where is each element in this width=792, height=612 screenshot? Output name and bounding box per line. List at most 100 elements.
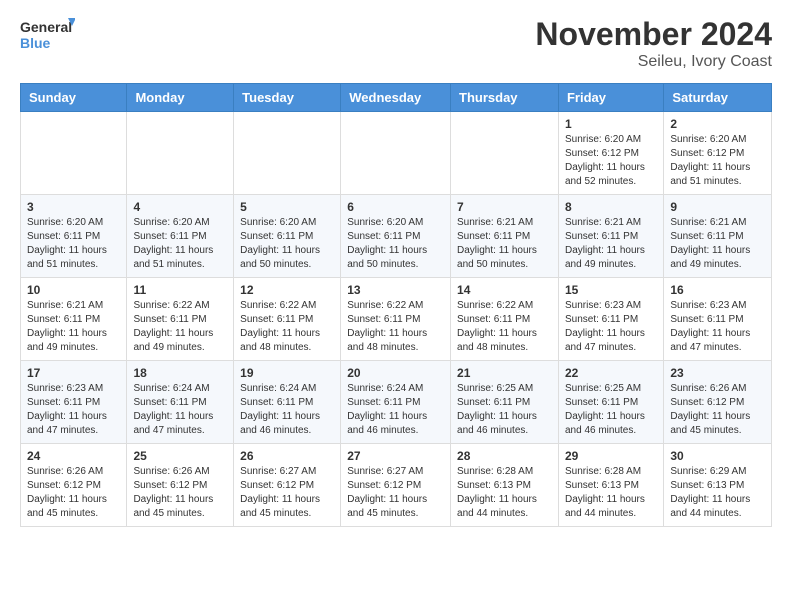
calendar-cell: 18Sunrise: 6:24 AM Sunset: 6:11 PM Dayli… bbox=[127, 361, 234, 444]
day-number: 15 bbox=[565, 283, 657, 297]
svg-text:General: General bbox=[20, 19, 72, 35]
logo: General Blue bbox=[20, 16, 75, 54]
calendar-cell: 21 Sunrise: 6:25 AM Sunset: 6:11 PM Dayli… bbox=[451, 361, 559, 444]
day-info: Sunrise: 6:26 AM Sunset: 6:12 PM Dayligh… bbox=[27, 465, 120, 521]
day-number: 16 bbox=[670, 283, 765, 297]
calendar-cell: 12 Sunrise: 6:22 AM Sunset: 6:11 PM Dayli… bbox=[234, 278, 341, 361]
calendar-cell: 30Sunrise: 6:29 AM Sunset: 6:13 PM Dayli… bbox=[664, 444, 772, 527]
day-number: 5 bbox=[240, 200, 334, 214]
day-number: 28 bbox=[457, 449, 552, 463]
day-info: Sunrise: 6:25 AM Sunset: 6:11 PM Dayligh… bbox=[565, 382, 657, 438]
day-info: Sunrise: 6:22 AM Sunset: 6:11 PM Dayligh… bbox=[240, 299, 334, 355]
calendar-cell: 11 Sunrise: 6:22 AM Sunset: 6:11 PM Dayli… bbox=[127, 278, 234, 361]
calendar-cell bbox=[234, 112, 341, 195]
calendar-cell: 6Sunrise: 6:20 AM Sunset: 6:11 PM Daylig… bbox=[341, 195, 451, 278]
calendar-table: SundayMondayTuesdayWednesdayThursdayFrid… bbox=[20, 83, 772, 527]
page-subtitle: Seileu, Ivory Coast bbox=[535, 53, 772, 71]
calendar-cell: 8Sunrise: 6:21 AM Sunset: 6:11 PM Daylig… bbox=[558, 195, 663, 278]
day-number: 3 bbox=[27, 200, 120, 214]
calendar-cell: 10 Sunrise: 6:21 AM Sunset: 6:11 PM Dayli… bbox=[21, 278, 127, 361]
day-number: 9 bbox=[670, 200, 765, 214]
day-info: Sunrise: 6:29 AM Sunset: 6:13 PM Dayligh… bbox=[670, 465, 765, 521]
day-info: Sunrise: 6:24 AM Sunset: 6:11 PM Dayligh… bbox=[133, 382, 227, 438]
day-number: 22 bbox=[565, 366, 657, 380]
day-number: 10 bbox=[27, 283, 120, 297]
calendar-week-row: 17 Sunrise: 6:23 AM Sunset: 6:11 PM Dayli… bbox=[21, 361, 772, 444]
calendar-cell bbox=[451, 112, 559, 195]
day-info: Sunrise: 6:20 AM Sunset: 6:12 PM Dayligh… bbox=[565, 133, 657, 189]
day-info: Sunrise: 6:25 AM Sunset: 6:11 PM Dayligh… bbox=[457, 382, 552, 438]
day-info: Sunrise: 6:20 AM Sunset: 6:11 PM Dayligh… bbox=[347, 216, 444, 272]
calendar-header-sunday: Sunday bbox=[21, 84, 127, 112]
day-info: Sunrise: 6:24 AM Sunset: 6:11 PM Dayligh… bbox=[347, 382, 444, 438]
day-info: Sunrise: 6:20 AM Sunset: 6:11 PM Dayligh… bbox=[240, 216, 334, 272]
day-number: 24 bbox=[27, 449, 120, 463]
day-number: 7 bbox=[457, 200, 552, 214]
day-info: Sunrise: 6:23 AM Sunset: 6:11 PM Dayligh… bbox=[670, 299, 765, 355]
day-number: 19 bbox=[240, 366, 334, 380]
day-number: 8 bbox=[565, 200, 657, 214]
day-info: Sunrise: 6:21 AM Sunset: 6:11 PM Dayligh… bbox=[670, 216, 765, 272]
calendar-week-row: 1Sunrise: 6:20 AM Sunset: 6:12 PM Daylig… bbox=[21, 112, 772, 195]
calendar-cell: 29 Sunrise: 6:28 AM Sunset: 6:13 PM Dayli… bbox=[558, 444, 663, 527]
calendar-header-saturday: Saturday bbox=[664, 84, 772, 112]
day-info: Sunrise: 6:20 AM Sunset: 6:11 PM Dayligh… bbox=[133, 216, 227, 272]
day-info: Sunrise: 6:24 AM Sunset: 6:11 PM Dayligh… bbox=[240, 382, 334, 438]
calendar-cell: 17 Sunrise: 6:23 AM Sunset: 6:11 PM Dayli… bbox=[21, 361, 127, 444]
page-header: General Blue November 2024 Seileu, Ivory… bbox=[20, 16, 772, 71]
calendar-cell: 20 Sunrise: 6:24 AM Sunset: 6:11 PM Dayli… bbox=[341, 361, 451, 444]
calendar-cell: 14 Sunrise: 6:22 AM Sunset: 6:11 PM Dayli… bbox=[451, 278, 559, 361]
day-info: Sunrise: 6:23 AM Sunset: 6:11 PM Dayligh… bbox=[565, 299, 657, 355]
calendar-page: General Blue November 2024 Seileu, Ivory… bbox=[0, 0, 792, 543]
day-number: 21 bbox=[457, 366, 552, 380]
calendar-cell bbox=[341, 112, 451, 195]
calendar-cell: 9 Sunrise: 6:21 AM Sunset: 6:11 PM Daylig… bbox=[664, 195, 772, 278]
day-number: 29 bbox=[565, 449, 657, 463]
day-info: Sunrise: 6:23 AM Sunset: 6:11 PM Dayligh… bbox=[27, 382, 120, 438]
calendar-cell: 22 Sunrise: 6:25 AM Sunset: 6:11 PM Dayli… bbox=[558, 361, 663, 444]
svg-text:Blue: Blue bbox=[20, 35, 51, 51]
calendar-cell: 7Sunrise: 6:21 AM Sunset: 6:11 PM Daylig… bbox=[451, 195, 559, 278]
calendar-cell: 15 Sunrise: 6:23 AM Sunset: 6:11 PM Dayli… bbox=[558, 278, 663, 361]
calendar-cell: 16 Sunrise: 6:23 AM Sunset: 6:11 PM Dayli… bbox=[664, 278, 772, 361]
calendar-header-wednesday: Wednesday bbox=[341, 84, 451, 112]
calendar-cell bbox=[127, 112, 234, 195]
day-number: 17 bbox=[27, 366, 120, 380]
calendar-cell: 19 Sunrise: 6:24 AM Sunset: 6:11 PM Dayli… bbox=[234, 361, 341, 444]
page-title: November 2024 bbox=[535, 16, 772, 53]
calendar-cell: 25Sunrise: 6:26 AM Sunset: 6:12 PM Dayli… bbox=[127, 444, 234, 527]
calendar-header-row: SundayMondayTuesdayWednesdayThursdayFrid… bbox=[21, 84, 772, 112]
day-info: Sunrise: 6:27 AM Sunset: 6:12 PM Dayligh… bbox=[347, 465, 444, 521]
day-number: 14 bbox=[457, 283, 552, 297]
logo-svg: General Blue bbox=[20, 16, 75, 54]
day-number: 27 bbox=[347, 449, 444, 463]
day-info: Sunrise: 6:27 AM Sunset: 6:12 PM Dayligh… bbox=[240, 465, 334, 521]
calendar-cell: 28Sunrise: 6:28 AM Sunset: 6:13 PM Dayli… bbox=[451, 444, 559, 527]
calendar-week-row: 10 Sunrise: 6:21 AM Sunset: 6:11 PM Dayli… bbox=[21, 278, 772, 361]
day-number: 11 bbox=[133, 283, 227, 297]
day-number: 4 bbox=[133, 200, 227, 214]
day-info: Sunrise: 6:21 AM Sunset: 6:11 PM Dayligh… bbox=[27, 299, 120, 355]
calendar-header-monday: Monday bbox=[127, 84, 234, 112]
day-info: Sunrise: 6:26 AM Sunset: 6:12 PM Dayligh… bbox=[670, 382, 765, 438]
calendar-cell: 26Sunrise: 6:27 AM Sunset: 6:12 PM Dayli… bbox=[234, 444, 341, 527]
day-info: Sunrise: 6:22 AM Sunset: 6:11 PM Dayligh… bbox=[457, 299, 552, 355]
day-info: Sunrise: 6:20 AM Sunset: 6:11 PM Dayligh… bbox=[27, 216, 120, 272]
day-number: 20 bbox=[347, 366, 444, 380]
calendar-header-friday: Friday bbox=[558, 84, 663, 112]
calendar-week-row: 24 Sunrise: 6:26 AM Sunset: 6:12 PM Dayli… bbox=[21, 444, 772, 527]
calendar-cell: 13Sunrise: 6:22 AM Sunset: 6:11 PM Dayli… bbox=[341, 278, 451, 361]
calendar-cell: 3 Sunrise: 6:20 AM Sunset: 6:11 PM Daylig… bbox=[21, 195, 127, 278]
calendar-header-thursday: Thursday bbox=[451, 84, 559, 112]
calendar-cell bbox=[21, 112, 127, 195]
day-info: Sunrise: 6:20 AM Sunset: 6:12 PM Dayligh… bbox=[670, 133, 765, 189]
calendar-cell: 27 Sunrise: 6:27 AM Sunset: 6:12 PM Dayli… bbox=[341, 444, 451, 527]
day-number: 12 bbox=[240, 283, 334, 297]
day-info: Sunrise: 6:22 AM Sunset: 6:11 PM Dayligh… bbox=[133, 299, 227, 355]
day-info: Sunrise: 6:28 AM Sunset: 6:13 PM Dayligh… bbox=[565, 465, 657, 521]
day-info: Sunrise: 6:22 AM Sunset: 6:11 PM Dayligh… bbox=[347, 299, 444, 355]
calendar-cell: 4 Sunrise: 6:20 AM Sunset: 6:11 PM Daylig… bbox=[127, 195, 234, 278]
day-info: Sunrise: 6:26 AM Sunset: 6:12 PM Dayligh… bbox=[133, 465, 227, 521]
day-number: 2 bbox=[670, 117, 765, 131]
calendar-cell: 5 Sunrise: 6:20 AM Sunset: 6:11 PM Daylig… bbox=[234, 195, 341, 278]
